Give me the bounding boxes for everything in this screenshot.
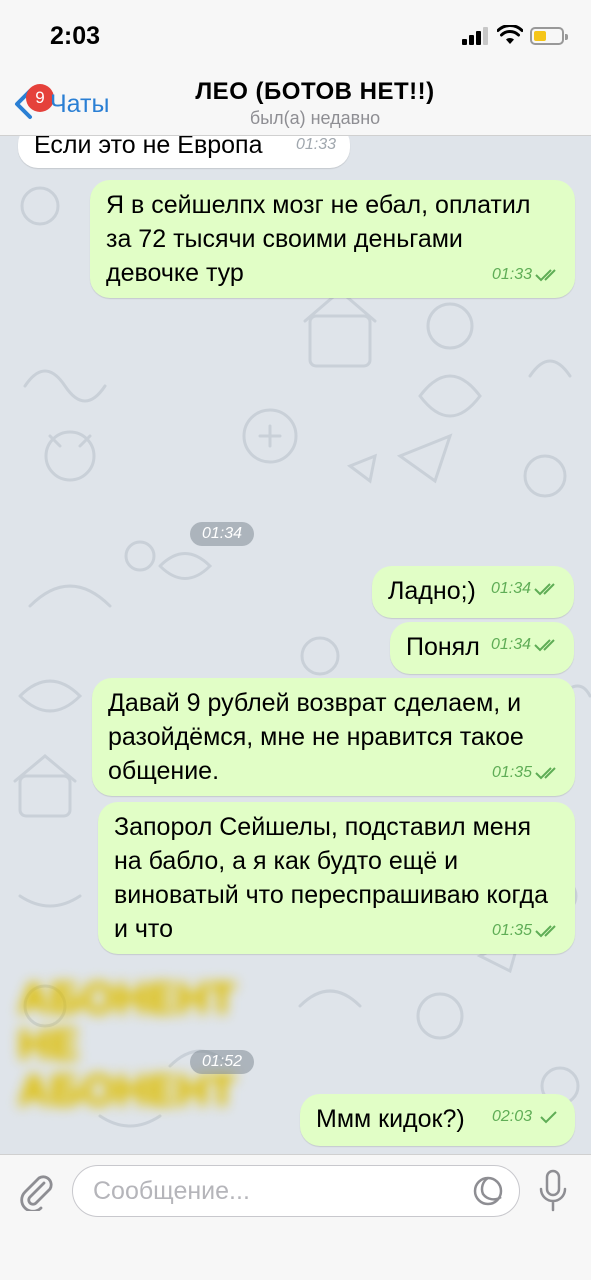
chat-title[interactable]: ЛЕО (БОТОВ НЕТ!!) [120, 78, 510, 106]
message-input[interactable] [72, 1165, 520, 1217]
double-check-icon [534, 583, 555, 596]
message-status: 01:35 [492, 756, 561, 790]
message-status: 02:03 [492, 1100, 561, 1134]
attach-icon[interactable] [16, 1171, 56, 1211]
message-status: 01:33 [492, 258, 561, 292]
status-bar: 2:03 [0, 0, 591, 70]
message-time: 01:35 [491, 922, 532, 939]
double-check-icon [535, 269, 556, 282]
sticker-icon[interactable] [472, 1175, 504, 1207]
message-status: 01:35 [492, 914, 561, 948]
message-bubble-outgoing[interactable]: Ммм кидок?) 02:03 [300, 1094, 575, 1146]
message-bubble-incoming[interactable]: Если это не Европа 01:33 [18, 136, 350, 168]
date-separator: 01:34 [190, 522, 255, 546]
double-check-icon [535, 767, 556, 780]
message-time: 01:34 [490, 580, 531, 597]
message-text: Если это не Европа [34, 136, 263, 159]
double-check-icon [535, 925, 556, 938]
chat-header: 9 Чаты ЛЕО (БОТОВ НЕТ!!) был(а) недавно [0, 70, 591, 136]
message-bubble-outgoing[interactable]: Давай 9 рублей возврат сделаем, и разойд… [92, 678, 575, 796]
message-text: Понял [406, 633, 480, 661]
message-text: Ммм кидок?) [316, 1105, 465, 1133]
message-bubble-outgoing[interactable]: Запорол Сейшелы, подставил меня на бабло… [98, 802, 575, 954]
back-button[interactable]: 9 Чаты [10, 82, 120, 122]
chat-status: был(а) недавно [249, 108, 381, 128]
sticker-text-line: АБОНЕНТ [18, 974, 236, 1023]
message-bubble-outgoing[interactable]: Понял 01:34 [390, 622, 574, 674]
status-time: 2:03 [50, 22, 101, 50]
battery-icon [530, 27, 568, 45]
microphone-icon[interactable] [538, 1169, 568, 1213]
message-bubble-outgoing[interactable]: Я в сейшелпх мозг не ебал, оплатил за 72… [90, 180, 575, 298]
message-status: 01:34 [491, 572, 560, 606]
message-status: 01:34 [491, 628, 560, 662]
message-bubble-outgoing[interactable]: Ладно;) 01:34 [372, 566, 574, 618]
message-text: Давай 9 рублей возврат сделаем, и разойд… [108, 689, 524, 785]
wifi-icon [497, 25, 523, 44]
message-text: Запорол Сейшелы, подставил меня на бабло… [114, 813, 549, 943]
chat-area[interactable]: Если это не Европа 01:33 Я в сейшелпх мо… [0, 136, 591, 1154]
message-composer [0, 1154, 591, 1280]
message-text: Ладно;) [388, 577, 476, 605]
back-label: Чаты [50, 90, 110, 118]
message-time: 01:33 [295, 136, 336, 153]
signal-icon [462, 27, 490, 45]
message-time: 01:33 [491, 266, 532, 283]
media-time: 01:52 [190, 1050, 255, 1074]
message-time: 01:34 [490, 636, 531, 653]
single-check-icon [540, 1111, 557, 1124]
message-time: 01:35 [491, 764, 532, 781]
message-text: Я в сейшелпх мозг не ебал, оплатил за 72… [106, 191, 531, 287]
message-time: 02:03 [491, 1108, 532, 1125]
double-check-icon [534, 639, 555, 652]
